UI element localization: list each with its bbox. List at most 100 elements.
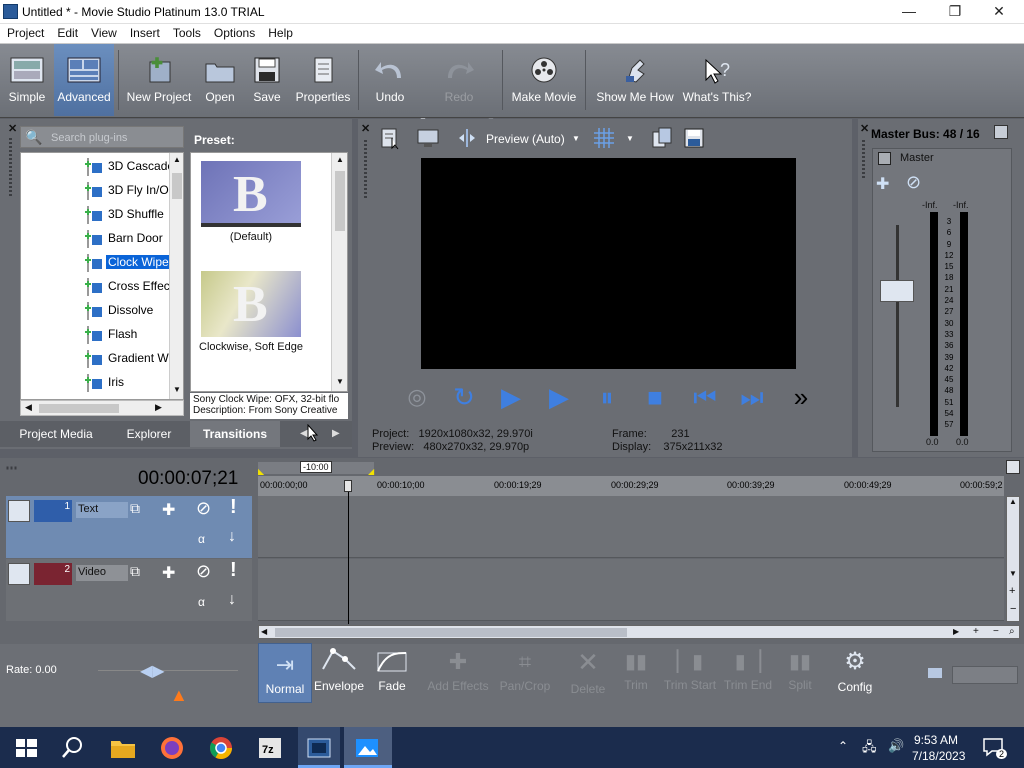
track-name-input[interactable]: Video	[76, 565, 128, 581]
tree-vertical-scrollbar[interactable]: ▲ ▼	[169, 153, 183, 399]
track-solo-icon[interactable]: !	[230, 559, 237, 582]
panel-grip[interactable]	[4, 466, 17, 470]
open-button[interactable]: Open	[198, 44, 242, 116]
go-to-start-icon[interactable]: ⏮	[688, 380, 722, 414]
clock-date[interactable]: 7/18/2023	[912, 749, 965, 763]
shuttle-control-icon[interactable]: ◀▶	[140, 661, 165, 681]
panel-grip[interactable]	[862, 140, 865, 180]
zoom-out-icon[interactable]: −	[1010, 603, 1016, 615]
trim-end-button[interactable]: ▮▕ Trim End	[720, 643, 776, 703]
external-monitor-icon[interactable]	[416, 126, 440, 150]
menu-edit[interactable]: Edit	[50, 24, 84, 40]
track-motion-icon[interactable]: α	[198, 532, 205, 546]
preset-scrollbar[interactable]: ▲ ▼	[331, 153, 347, 391]
new-project-button[interactable]: New Project	[124, 44, 194, 116]
plugin-search-box[interactable]: 🔍 Search plug-ins	[20, 126, 184, 148]
undo-button[interactable]: Undo	[366, 44, 414, 116]
scroll-thumb[interactable]	[335, 171, 345, 231]
loop-end-marker-icon[interactable]: ◢	[368, 467, 374, 476]
track-solo-icon[interactable]: !	[230, 496, 237, 519]
search-input[interactable]: Search plug-ins	[51, 132, 127, 144]
playhead-handle[interactable]	[344, 480, 352, 492]
marker-icon[interactable]	[1006, 460, 1020, 474]
preview-quality-dropdown[interactable]: Preview (Auto)	[486, 132, 565, 146]
track-level-icon[interactable]: ↓	[228, 528, 236, 546]
chevron-down-icon[interactable]: ▼	[572, 134, 580, 143]
maximize-button[interactable]: ❐	[932, 0, 978, 24]
track-fx-icon[interactable]: ✚	[162, 500, 175, 520]
loop-playback-icon[interactable]: ↻	[447, 380, 481, 414]
list-item[interactable]: Iris	[21, 370, 173, 392]
menu-view[interactable]: View	[84, 24, 123, 40]
list-item[interactable]: Gradient Wip	[21, 346, 178, 368]
tab-scroll-right-icon[interactable]: ▶	[332, 428, 340, 439]
scroll-thumb[interactable]	[39, 404, 119, 413]
scroll-up-icon[interactable]: ▲	[336, 155, 344, 164]
firefox-icon[interactable]	[157, 733, 187, 763]
loop-start-marker-icon[interactable]: ◣	[258, 467, 264, 476]
mixer-options-icon[interactable]	[994, 125, 1008, 139]
show-me-how-button[interactable]: Show Me How	[592, 44, 678, 116]
menu-project[interactable]: Project	[0, 24, 50, 40]
simple-button[interactable]: Simple	[2, 44, 52, 116]
whats-this-button[interactable]: ? What's This?	[682, 44, 752, 116]
timeline-horizontal-scrollbar[interactable]: ◀ ▶ + − ⌕	[258, 625, 1020, 639]
timeline-vertical-scrollbar[interactable]: ▲ ▼ + −	[1006, 496, 1020, 622]
minimize-button[interactable]: —	[886, 0, 932, 24]
chevron-up-icon[interactable]: ⌃	[838, 739, 848, 753]
scroll-down-icon[interactable]: ▼	[173, 385, 181, 394]
redo-button[interactable]: Redo	[436, 44, 482, 116]
track-mute-icon[interactable]: ⊘	[196, 561, 211, 582]
video-preview-screen[interactable]	[421, 158, 796, 369]
scroll-thumb[interactable]	[172, 173, 182, 199]
list-item[interactable]: Cross Effect	[21, 274, 173, 296]
master-bus-icon[interactable]	[878, 152, 891, 165]
track-header-text[interactable]: 1 Text ⧉ ✚ ⊘ ! α ↓	[6, 496, 252, 558]
compositing-mode-icon[interactable]: ⧉	[130, 500, 140, 517]
panel-grip[interactable]	[9, 138, 12, 198]
chrome-icon[interactable]	[206, 733, 236, 763]
scroll-right-icon[interactable]: ▶	[155, 402, 162, 413]
normal-tool-button[interactable]: ⇥ Normal	[258, 643, 312, 703]
track-expand-icon[interactable]	[8, 563, 30, 585]
scroll-down-icon[interactable]: ▼	[336, 377, 344, 386]
preset-clockwise-soft-edge[interactable]: B Clockwise, Soft Edge	[195, 265, 307, 373]
menu-insert[interactable]: Insert	[123, 24, 166, 40]
config-button[interactable]: ⚙ Config	[828, 643, 882, 703]
list-item[interactable]: Dissolve	[21, 298, 173, 320]
mute-bypass-icon[interactable]: ⊘	[906, 172, 921, 193]
list-item[interactable]: 3D Fly In/Ou	[21, 178, 175, 200]
properties-button[interactable]: Properties	[292, 44, 354, 116]
scroll-left-icon[interactable]: ◀	[25, 402, 32, 413]
photos-icon[interactable]	[352, 733, 382, 763]
volume-icon[interactable]: 🔊	[888, 738, 904, 754]
master-fader-handle[interactable]	[880, 280, 914, 302]
track-expand-icon[interactable]	[8, 500, 30, 522]
play-from-start-icon[interactable]: ▶	[494, 380, 528, 414]
more-controls-icon[interactable]: »	[784, 380, 818, 414]
7zip-icon[interactable]: 7z	[255, 733, 285, 763]
compositing-mode-icon[interactable]: ⧉	[130, 563, 140, 580]
pan-crop-button[interactable]: ⌗ Pan/Crop	[496, 643, 554, 703]
scroll-left-icon[interactable]: ◀	[261, 627, 267, 636]
tab-project-media[interactable]: Project Media	[12, 421, 100, 447]
zoom-in-icon[interactable]: +	[1009, 585, 1015, 597]
clock-time[interactable]: 9:53 AM	[914, 733, 958, 747]
movie-studio-icon[interactable]	[304, 733, 334, 763]
network-icon[interactable]: 🖧	[862, 738, 877, 760]
panel-close-icon[interactable]: ✕	[8, 122, 17, 135]
trim-button[interactable]: ▮▮ Trim	[612, 643, 660, 703]
track-header-video[interactable]: 2 Video ⧉ ✚ ⊘ ! α ↓	[6, 559, 252, 621]
track-mute-icon[interactable]: ⊘	[196, 498, 211, 519]
save-button[interactable]: Save	[246, 44, 288, 116]
scroll-thumb[interactable]	[275, 628, 627, 637]
zoom-in-icon[interactable]: +	[973, 626, 979, 637]
close-button[interactable]: ✕	[976, 0, 1022, 24]
track-name-input[interactable]: Text	[76, 502, 128, 518]
make-movie-button[interactable]: Make Movie	[508, 44, 580, 116]
fx-plug-icon[interactable]: ✚	[876, 174, 889, 194]
pause-icon[interactable]: ⏸	[590, 380, 624, 414]
track-level-icon[interactable]: ↓	[228, 591, 236, 609]
scroll-right-icon[interactable]: ▶	[953, 627, 959, 636]
list-item[interactable]: 3D Shuffle	[21, 202, 173, 224]
